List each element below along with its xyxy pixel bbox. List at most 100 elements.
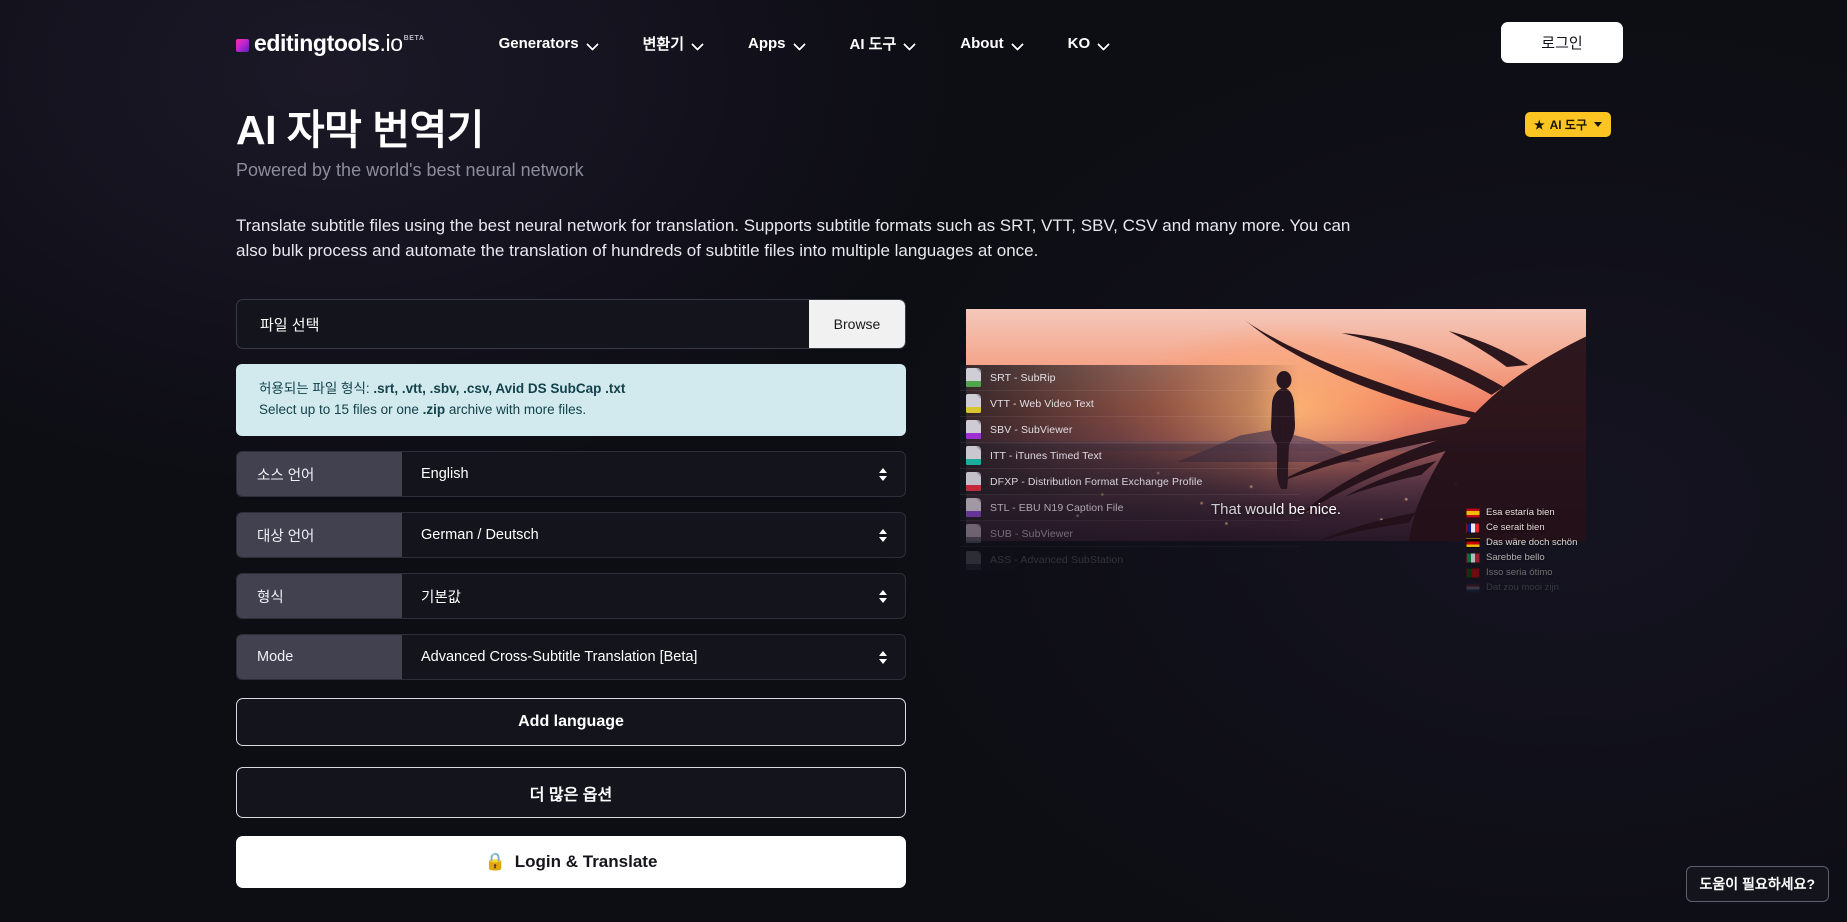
source-language-select[interactable]: English	[402, 452, 905, 496]
file-icon	[966, 550, 981, 570]
logo-domain: .io	[379, 30, 403, 56]
nav-item-language[interactable]: KO	[1046, 27, 1133, 60]
flag-fr-icon	[1466, 522, 1480, 533]
login-and-translate-button[interactable]: 🔒 Login & Translate	[236, 836, 906, 888]
allowed-formats-values: .srt, .vtt, .sbv, .csv, Avid DS SubCap .…	[373, 381, 626, 396]
file-limit-suffix: archive with more files.	[445, 402, 587, 417]
file-icon	[966, 394, 981, 413]
nav-item-apps[interactable]: Apps	[726, 27, 828, 60]
allowed-formats-line: 허용되는 파일 형식: .srt, .vtt, .sbv, .csv, Avid…	[259, 378, 883, 399]
format-list-item: VTT - Web Video Text	[960, 391, 1300, 417]
format-label: ITT - iTunes Timed Text	[990, 449, 1102, 462]
help-widget-button[interactable]: 도움이 필요하세요?	[1685, 866, 1829, 902]
main-content: AI 자막 번역기 Powered by the world's best ne…	[0, 106, 1847, 888]
mode-value: Advanced Cross-Subtitle Translation [Bet…	[421, 649, 698, 665]
format-list-item: STL - EBU N19 Caption File	[960, 495, 1300, 521]
nav-label: About	[960, 34, 1004, 52]
source-language-value: English	[421, 466, 469, 482]
stepper-icon	[879, 650, 887, 664]
format-label: VTT - Web Video Text	[990, 397, 1094, 410]
nav-label: AI 도구	[849, 35, 897, 53]
chevron-down-icon	[1013, 40, 1024, 47]
translated-caption-text: Das wäre doch schön	[1486, 537, 1578, 548]
format-label: SBV - SubViewer	[990, 423, 1073, 436]
nav-item-ai-tools[interactable]: AI 도구	[828, 25, 939, 62]
nav-label: KO	[1067, 34, 1091, 52]
nav-label: 변환기	[642, 35, 685, 53]
chevron-down-icon	[588, 40, 599, 47]
subtitle-format-list: SRT - SubRip VTT - Web Video Text SBV - …	[960, 365, 1300, 573]
star-icon: ★	[1533, 117, 1545, 132]
file-icon	[966, 498, 981, 517]
format-label: SUB - SubViewer	[990, 527, 1074, 540]
site-header: editingtools.io BETA Generators 변환기 Apps…	[0, 0, 1847, 86]
flag-it-icon	[1466, 552, 1480, 563]
format-list-item: SBV - SubViewer	[960, 417, 1300, 443]
translated-caption-row: Dat zou mooi zijn	[1466, 580, 1577, 595]
translated-caption-text: Dat zou mooi zijn	[1486, 582, 1559, 593]
translated-caption-row: Sarebbe bello	[1466, 550, 1577, 565]
page-subtitle: Powered by the world's best neural netwo…	[236, 160, 584, 180]
flag-nl-icon	[1466, 582, 1480, 593]
logo[interactable]: editingtools.io BETA	[236, 29, 425, 57]
translation-form: 파일 선택 Browse 허용되는 파일 형식: .srt, .vtt, .sb…	[236, 299, 906, 888]
hero-illustration: That would be nice. SRT - SubRip VTT - W…	[960, 309, 1586, 609]
zip-keyword: .zip	[422, 402, 446, 417]
chevron-down-icon	[1099, 40, 1110, 47]
file-picker-label[interactable]: 파일 선택	[237, 300, 809, 348]
ai-tools-badge-label: AI 도구	[1549, 118, 1587, 132]
format-list-item: DFXP - Distribution Format Exchange Prof…	[960, 469, 1300, 495]
nav-item-converters[interactable]: 변환기	[621, 25, 726, 62]
file-icon	[966, 368, 981, 387]
flag-pt-icon	[1466, 567, 1480, 578]
format-label: ASS - Advanced SubStation	[990, 554, 1124, 566]
browse-button[interactable]: Browse	[809, 300, 905, 348]
target-language-select[interactable]: German / Deutsch	[402, 513, 905, 557]
format-label: SRT - SubRip	[990, 371, 1056, 384]
logo-name: editingtools	[254, 30, 380, 56]
page-description: Translate subtitle files using the best …	[236, 216, 1351, 260]
more-options-button[interactable]: 더 많은 옵션	[236, 767, 906, 818]
mode-select[interactable]: Advanced Cross-Subtitle Translation [Bet…	[402, 635, 905, 679]
file-picker[interactable]: 파일 선택 Browse	[236, 299, 906, 349]
format-list-item: ITT - iTunes Timed Text	[960, 443, 1300, 469]
translated-caption-text: Ce serait bien	[1486, 522, 1545, 533]
add-language-button[interactable]: Add language	[236, 698, 906, 746]
file-limit-line: Select up to 15 files or one .zip archiv…	[259, 399, 883, 420]
nav-item-generators[interactable]: Generators	[477, 27, 621, 60]
content-columns: 파일 선택 Browse 허용되는 파일 형식: .srt, .vtt, .sb…	[236, 299, 1611, 888]
page-title: AI 자막 번역기	[236, 107, 484, 153]
source-language-label: 소스 언어	[237, 452, 402, 496]
translated-captions-list: Esa estaría bien Ce serait bien Das wäre…	[1466, 505, 1577, 595]
translated-caption-row: Das wäre doch schön	[1466, 535, 1577, 550]
file-icon	[966, 420, 981, 439]
nav-item-about[interactable]: About	[938, 27, 1045, 60]
main-navigation: Generators 변환기 Apps AI 도구 About KO	[477, 25, 1133, 62]
ai-tools-badge[interactable]: ★ AI 도구	[1524, 112, 1611, 137]
logo-mark-icon	[236, 39, 249, 52]
format-select[interactable]: 기본값	[402, 574, 905, 618]
login-and-translate-label: Login & Translate	[514, 852, 658, 871]
source-language-row: 소스 언어 English	[236, 451, 906, 497]
target-language-row: 대상 언어 German / Deutsch	[236, 512, 906, 558]
nav-label: Generators	[498, 34, 579, 52]
translated-caption-text: Sarebbe bello	[1486, 552, 1545, 563]
format-list-item: ASS - Advanced SubStation	[960, 547, 1300, 573]
format-row: 형식 기본값	[236, 573, 906, 619]
allowed-formats-info: 허용되는 파일 형식: .srt, .vtt, .sbv, .csv, Avid…	[236, 364, 906, 436]
format-label: DFXP - Distribution Format Exchange Prof…	[990, 475, 1203, 488]
translated-caption-row: Ce serait bien	[1466, 520, 1577, 535]
chevron-down-icon	[795, 40, 806, 47]
format-label: 형식	[237, 574, 402, 618]
format-value: 기본값	[421, 589, 462, 606]
mode-label: Mode	[237, 635, 402, 679]
stepper-icon	[879, 467, 887, 481]
format-list-item: SUB - SubViewer	[960, 521, 1300, 547]
login-button[interactable]: 로그인	[1501, 22, 1623, 63]
translated-caption-row: Isso seria ótimo	[1466, 565, 1577, 580]
file-icon	[966, 524, 981, 543]
logo-beta-tag: BETA	[403, 35, 425, 42]
target-language-value: German / Deutsch	[421, 527, 539, 543]
target-language-label: 대상 언어	[237, 513, 402, 557]
stepper-icon	[879, 589, 887, 603]
